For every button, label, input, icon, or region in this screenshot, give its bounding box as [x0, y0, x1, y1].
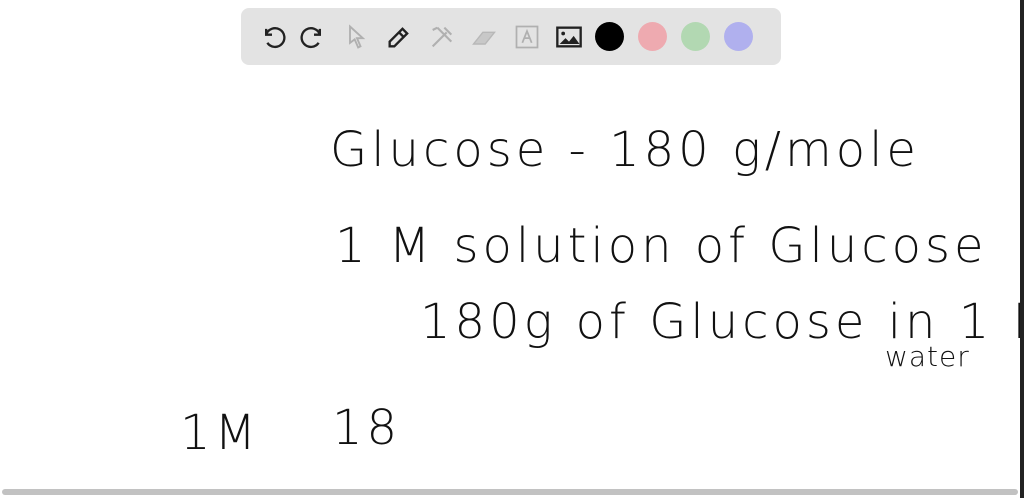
handwriting-line: water: [885, 340, 970, 373]
tools-tool[interactable]: [425, 20, 458, 53]
drawing-toolbar: [241, 8, 781, 65]
eraser-tool[interactable]: [468, 20, 501, 53]
redo-icon: [300, 26, 321, 48]
text-icon: [515, 25, 538, 48]
pen-tool[interactable]: [383, 20, 416, 53]
color-purple[interactable]: [724, 22, 753, 51]
handwriting-line: 18: [332, 400, 402, 456]
color-green[interactable]: [681, 22, 710, 51]
eraser-icon: [472, 31, 496, 45]
undo-icon: [264, 26, 285, 48]
select-icon: [348, 23, 365, 49]
color-black[interactable]: [595, 22, 624, 51]
color-pink[interactable]: [638, 22, 667, 51]
handwriting-line: Glucose - 180 g/mole: [330, 122, 920, 178]
text-tool[interactable]: [510, 20, 543, 53]
horizontal-scrollbar[interactable]: [2, 489, 1018, 495]
redo-button[interactable]: [298, 20, 331, 53]
select-tool[interactable]: [340, 20, 373, 53]
tools-icon: [431, 26, 452, 47]
handwriting-line: 1 M solution of Glucose: [335, 218, 988, 274]
pen-icon: [388, 26, 409, 47]
undo-button[interactable]: [255, 20, 288, 53]
image-tool[interactable]: [553, 20, 586, 53]
window-edge: [1020, 0, 1024, 498]
image-icon: [556, 26, 582, 47]
handwriting-line: 1M: [180, 405, 260, 461]
